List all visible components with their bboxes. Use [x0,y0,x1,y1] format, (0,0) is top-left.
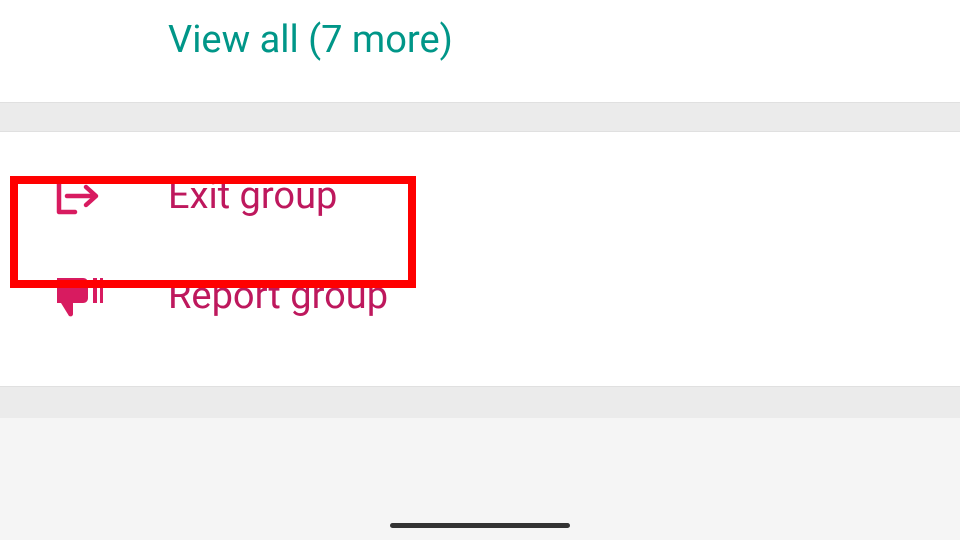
section-divider [0,102,960,132]
report-group-item[interactable]: Report group [0,246,960,346]
bottom-divider [0,386,960,418]
actions-section: Exit group Report group [0,132,960,386]
report-group-label: Report group [168,274,388,318]
exit-group-label: Exit group [168,174,337,218]
thumbs-down-icon [50,274,106,318]
home-indicator [390,523,570,528]
exit-icon [50,176,106,216]
view-all-section: View all (7 more) [0,0,960,102]
view-all-link[interactable]: View all (7 more) [168,18,453,62]
exit-group-item[interactable]: Exit group [0,146,960,246]
